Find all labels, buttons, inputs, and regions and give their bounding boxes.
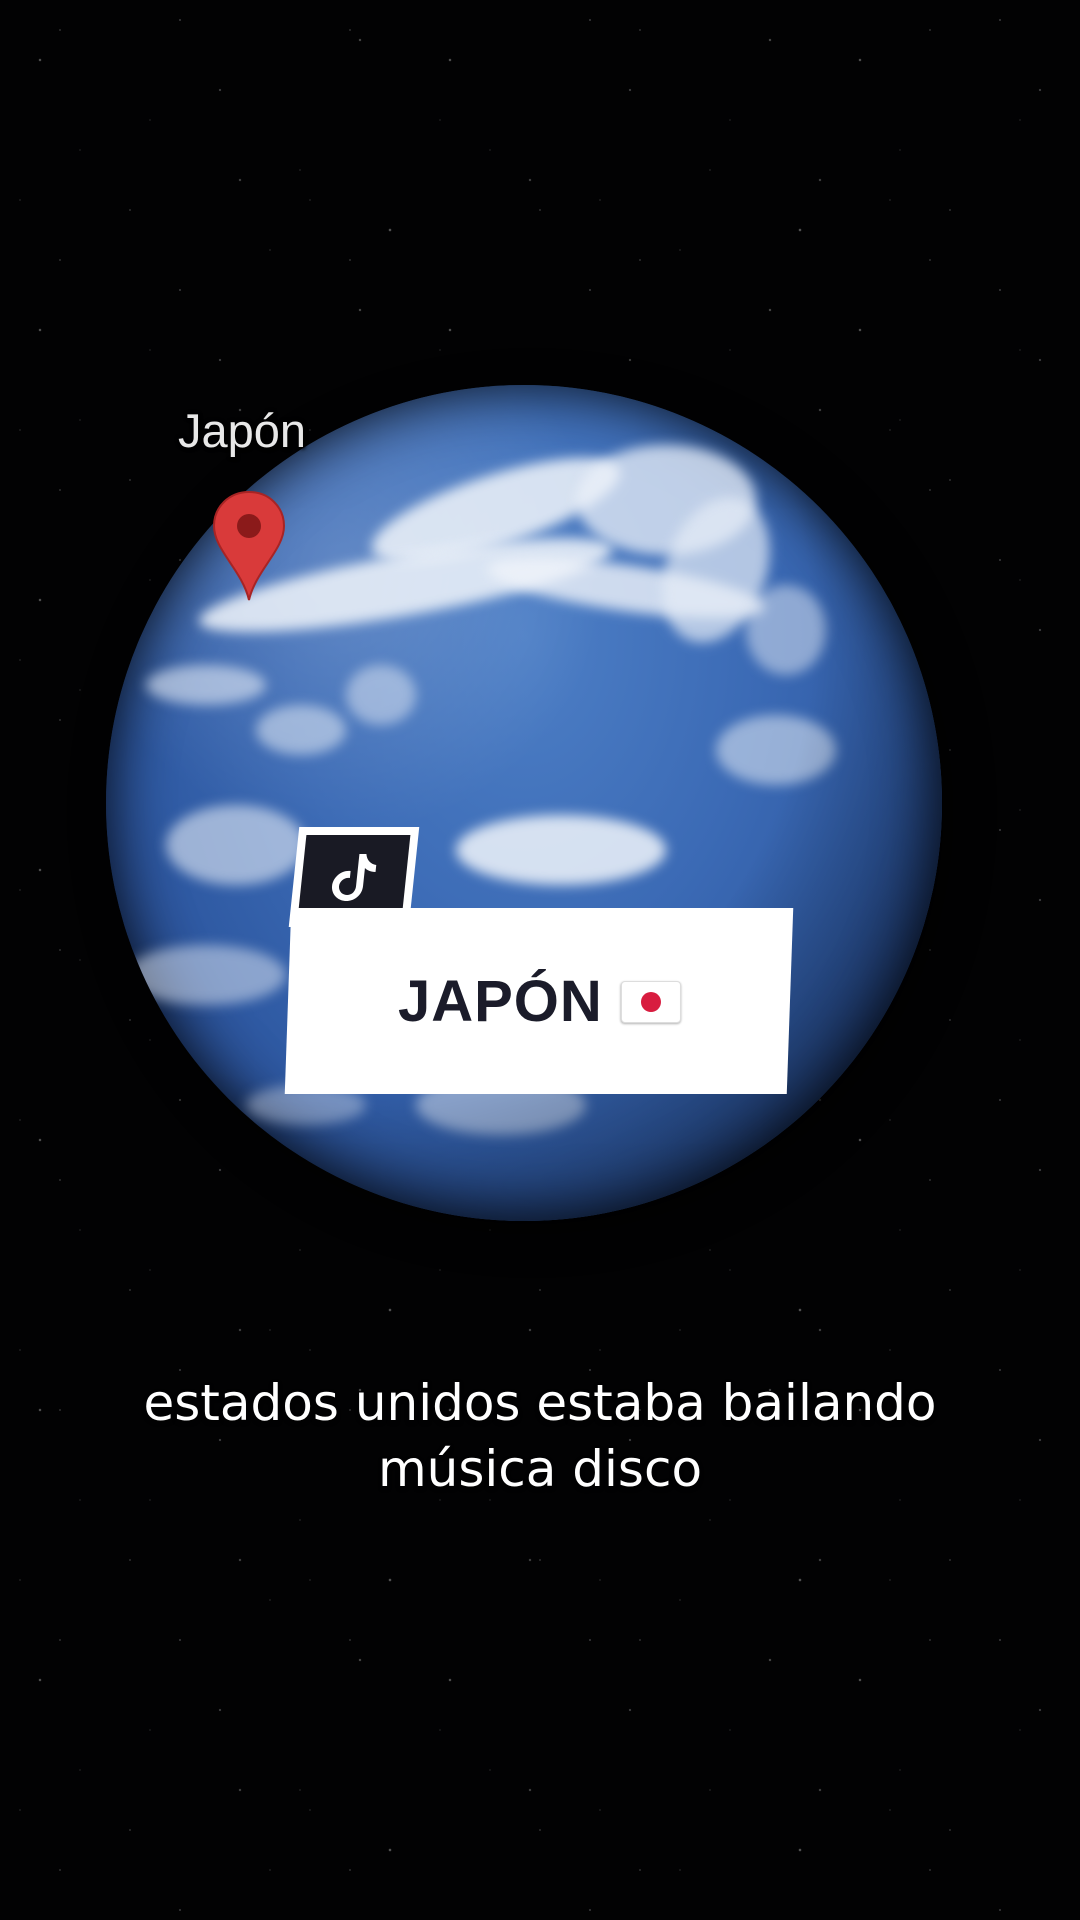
japan-flag-icon — [620, 980, 681, 1022]
country-title: JAPÓN — [397, 968, 603, 1034]
map-pin-icon[interactable] — [212, 490, 286, 602]
video-frame: Japón JAPÓN estados unidos estaba bailan… — [0, 0, 1080, 1920]
map-pin-label[interactable]: Japón — [178, 403, 306, 458]
title-card: JAPÓN — [284, 908, 794, 1094]
tiktok-icon — [332, 854, 377, 901]
caption-line-2: música disco — [377, 1440, 703, 1498]
caption-line-1: estados unidos estaba bailando — [143, 1374, 937, 1432]
subtitle-caption: estados unidos estaba bailando música di… — [0, 1370, 1080, 1502]
